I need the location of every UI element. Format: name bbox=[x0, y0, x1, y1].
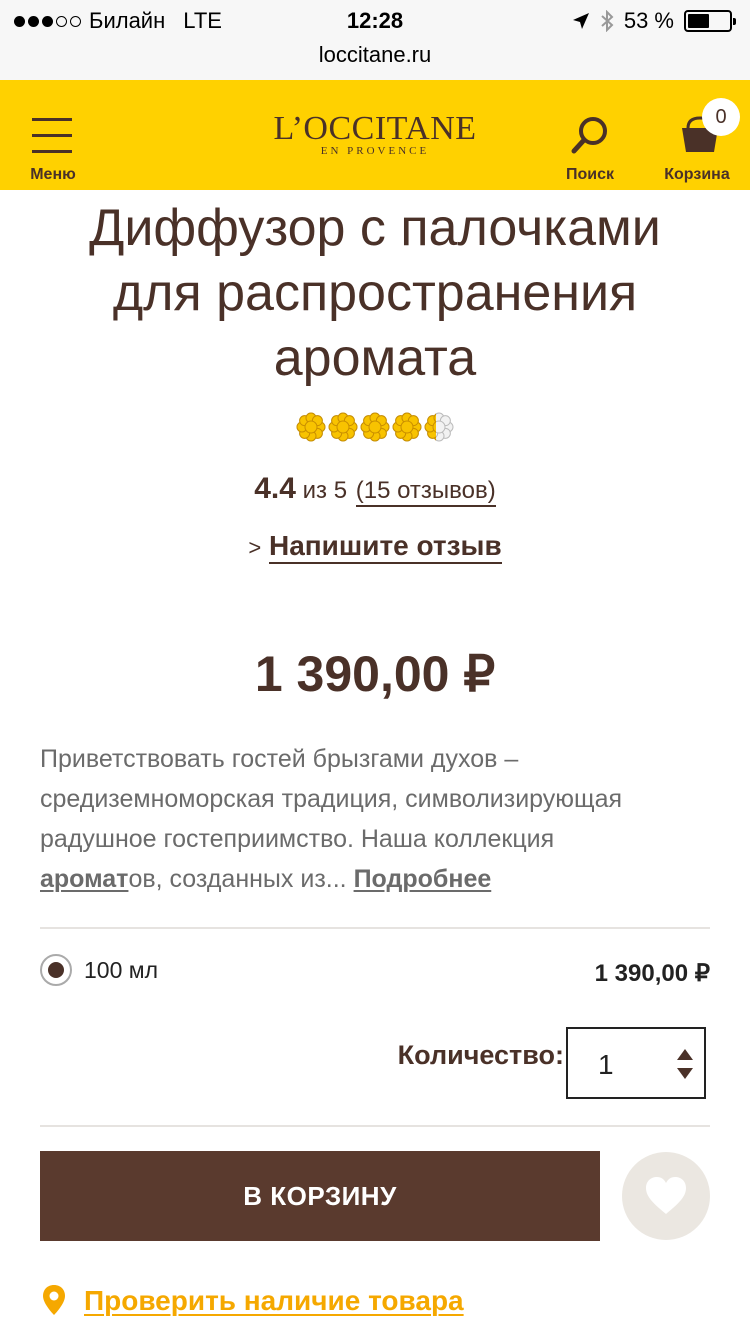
status-bar: Билайн LTE 12:28 53 % bbox=[0, 0, 750, 40]
rating-star-icon bbox=[328, 412, 358, 442]
write-review-prefix: > bbox=[248, 535, 262, 560]
variant-size: 100 мл bbox=[84, 957, 158, 983]
search-label: Поиск bbox=[565, 166, 614, 183]
rating-value: 4.4 bbox=[254, 472, 296, 505]
heart-icon bbox=[646, 1177, 686, 1214]
logo-wordmark: L’OCCITANE bbox=[273, 110, 477, 147]
bluetooth-icon bbox=[601, 10, 614, 32]
rating-scale: из 5 bbox=[302, 477, 348, 504]
rating-star-icon bbox=[424, 412, 454, 442]
url-text: loccitane.ru bbox=[318, 42, 432, 67]
battery-icon bbox=[684, 10, 736, 32]
cart-label: Корзина bbox=[664, 166, 730, 183]
add-to-cart-button[interactable]: В КОРЗИНУ bbox=[40, 1151, 600, 1241]
variant-price: 1 390,00 ₽ bbox=[594, 960, 710, 987]
check-availability-link[interactable]: Проверить наличие товара bbox=[84, 1285, 464, 1317]
quantity-label: Количество: bbox=[397, 1040, 564, 1070]
write-review: > Напишите отзыв bbox=[0, 530, 750, 564]
brand-logo[interactable]: L’OCCITANE EN PROVENCE bbox=[0, 110, 750, 157]
menu-label: Меню bbox=[30, 166, 76, 183]
write-review-link[interactable]: Напишите отзыв bbox=[268, 530, 502, 564]
rating-star-icon bbox=[392, 412, 422, 442]
reviews-count-link[interactable]: (15 отзывов) bbox=[355, 477, 496, 507]
variant-radio[interactable] bbox=[40, 954, 72, 986]
product-description: Приветствовать гостей брызгами духов – с… bbox=[40, 739, 710, 899]
rating-star-icon bbox=[360, 412, 390, 442]
location-arrow-icon bbox=[572, 13, 589, 29]
divider bbox=[40, 1125, 710, 1127]
status-right: 53 % bbox=[572, 8, 736, 34]
battery-level bbox=[688, 14, 710, 28]
rating-star-icon bbox=[296, 412, 326, 442]
description-line: Приветствовать гостей брызгами духов – bbox=[40, 745, 519, 773]
rating-summary: 4.4 из 5 (15 отзывов) bbox=[0, 472, 750, 507]
logo-subtitle: EN PROVENCE bbox=[320, 145, 430, 157]
description-line: радушное гостеприимство. Наша коллекция bbox=[40, 825, 555, 853]
wishlist-button[interactable] bbox=[622, 1152, 710, 1240]
site-header: Меню L’OCCITANE EN PROVENCE Поиск Корзин… bbox=[0, 80, 750, 190]
check-availability[interactable]: Проверить наличие товара bbox=[40, 1282, 710, 1322]
up-down-arrows-icon bbox=[677, 1049, 693, 1079]
rating-stars bbox=[0, 412, 750, 442]
search-icon bbox=[571, 117, 607, 154]
description-line: ароматов, созданных из... Подробнее bbox=[40, 859, 710, 899]
address-bar[interactable]: loccitane.ru bbox=[0, 40, 750, 80]
cart-count-badge: 0 bbox=[702, 98, 740, 136]
description-tail: ов, созданных из... bbox=[128, 865, 347, 893]
description-line: средиземноморская традиция, символизирую… bbox=[40, 785, 623, 813]
product-price: 1 390,00 ₽ bbox=[254, 646, 496, 702]
location-pin-icon bbox=[43, 1285, 65, 1315]
battery-percentage: 53 % bbox=[623, 8, 674, 33]
search-button[interactable] bbox=[566, 114, 614, 156]
divider bbox=[40, 927, 710, 929]
product-title: Диффузор с палочками для распространения… bbox=[89, 199, 661, 387]
quantity-value: 1 bbox=[598, 1049, 614, 1080]
quantity-select[interactable]: 1 bbox=[566, 1027, 706, 1099]
read-more-link[interactable]: Подробнее bbox=[354, 865, 492, 893]
variant-option[interactable]: 100 мл 1 390,00 ₽ bbox=[40, 952, 710, 992]
description-keyword-link[interactable]: аромат bbox=[40, 865, 128, 893]
